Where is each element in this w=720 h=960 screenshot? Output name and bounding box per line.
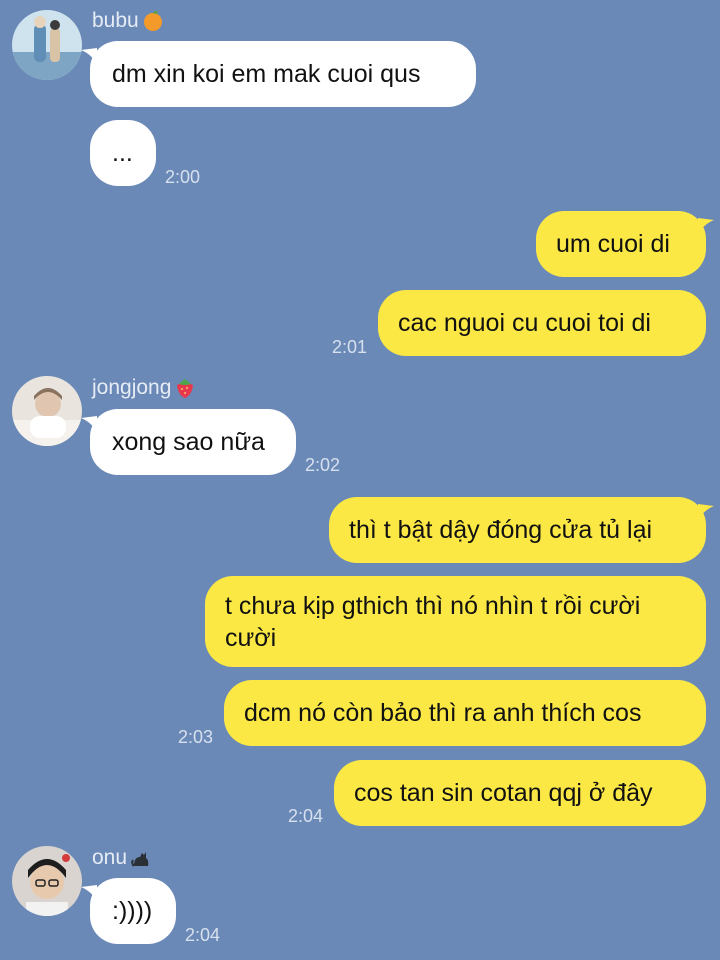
message-text-line: cười: [225, 623, 277, 652]
message-bubble-outgoing[interactable]: cac nguoi cu cuoi toi di: [378, 290, 706, 356]
message-timestamp: 2:04: [185, 925, 221, 945]
message-text: thì t bật dậy đóng cửa tủ lại: [349, 516, 653, 544]
message-text-line: t chưa kịp gthich thì nó nhìn t rồi cười: [225, 591, 641, 620]
message-timestamp: 2:03: [178, 727, 214, 747]
message-bubble-incoming[interactable]: xong sao nữa: [90, 409, 296, 475]
message-bubble-outgoing[interactable]: t chưa kịp gthich thì nó nhìn t rồi cười…: [205, 576, 706, 667]
sender-name-bubu: bubu: [92, 9, 165, 33]
strawberry-icon: [177, 379, 194, 398]
message-bubble-outgoing[interactable]: thì t bật dậy đóng cửa tủ lại: [329, 497, 706, 563]
avatar-onu-image: [12, 846, 82, 916]
message-bubble-outgoing[interactable]: um cuoi di: [536, 211, 706, 277]
message-text: :)))): [112, 897, 153, 925]
avatar-bubu[interactable]: [12, 10, 82, 80]
message-timestamp: 2:01: [332, 337, 368, 357]
avatar-bubu-image: [12, 10, 82, 80]
message-bubble-incoming[interactable]: ...: [90, 120, 156, 186]
message-timestamp: 2:00: [165, 167, 201, 187]
bubble-tail: [698, 504, 714, 520]
message-text: dcm nó còn bảo thì ra anh thích cos: [244, 699, 642, 727]
message-timestamp: 2:02: [305, 455, 341, 475]
sender-name-onu: onu: [92, 846, 153, 870]
avatar-onu[interactable]: [12, 846, 82, 916]
message-text: um cuoi di: [556, 230, 670, 258]
message-bubble-outgoing[interactable]: cos tan sin cotan qqj ở đây: [334, 760, 706, 826]
sender-name-jongjong: jongjong: [92, 376, 197, 400]
message-text: cac nguoi cu cuoi toi di: [398, 309, 651, 337]
message-bubble-incoming[interactable]: dm xin koi em mak cuoi qus: [90, 41, 476, 107]
message-bubble-incoming[interactable]: :)))): [90, 878, 176, 944]
bubble-tail: [81, 885, 97, 901]
bubble-tail: [81, 416, 97, 432]
avatar-jongjong[interactable]: [12, 376, 82, 446]
message-text: dm xin koi em mak cuoi qus: [112, 60, 421, 88]
black-cat-icon: [131, 852, 149, 867]
bubble-tail: [698, 218, 714, 234]
message-text: ...: [112, 139, 133, 167]
message-bubble-outgoing[interactable]: dcm nó còn bảo thì ra anh thích cos: [224, 680, 706, 746]
bubble-tail: [81, 48, 97, 64]
message-text: cos tan sin cotan qqj ở đây: [354, 779, 653, 807]
message-text: xong sao nữa: [112, 428, 265, 456]
message-timestamp: 2:04: [288, 806, 324, 826]
avatar-jongjong-image: [12, 376, 82, 446]
orange-icon: [143, 11, 162, 31]
